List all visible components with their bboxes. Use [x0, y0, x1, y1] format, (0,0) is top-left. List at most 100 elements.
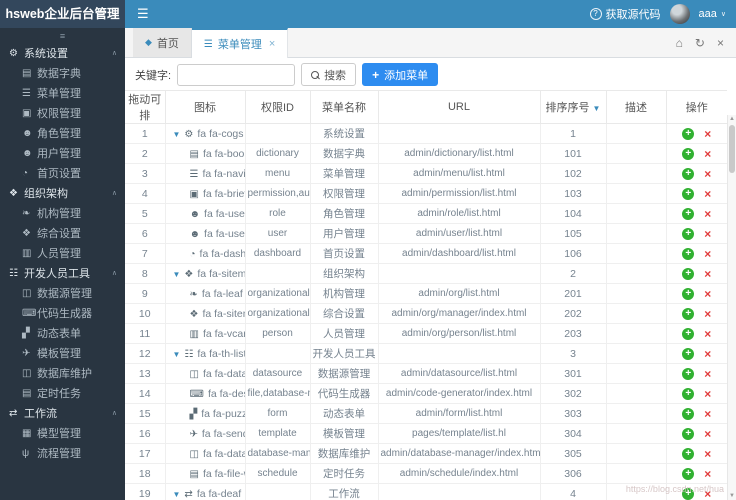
delete-button[interactable]: ×: [704, 128, 711, 140]
add-child-button[interactable]: +: [682, 467, 695, 480]
sidebar-item-menu-management[interactable]: ☰ 菜单管理: [0, 84, 125, 104]
delete-button[interactable]: ×: [704, 328, 711, 340]
tab-close-icon[interactable]: ×: [269, 38, 275, 50]
sidebar-item-datasource-management[interactable]: ◫ 数据源管理: [0, 284, 125, 304]
add-child-button[interactable]: +: [682, 127, 695, 140]
sidebar-item-template-management[interactable]: ✈ 模板管理: [0, 344, 125, 364]
refresh-icon[interactable]: ↻: [695, 36, 705, 50]
table-row[interactable]: 1 ▼ ⚙ fa fa-cogs 系统设置 1 + ×: [125, 123, 727, 144]
table-row[interactable]: 10 ❖fa fa-sitem organizational,de... 综合设…: [125, 303, 727, 324]
caret-down-icon[interactable]: ▼: [173, 490, 181, 499]
tab-home[interactable]: ◆ 首页: [133, 28, 192, 57]
delete-button[interactable]: ×: [704, 348, 711, 360]
delete-button[interactable]: ×: [704, 288, 711, 300]
table-row[interactable]: 9 ❧ fa fa-leaf organizational 机构管理 admin/…: [125, 283, 727, 304]
table-row[interactable]: 4 ▣fa fa-briefc permission,autz-... 权限管理…: [125, 183, 727, 204]
sidebar-section-organization[interactable]: ❖ 组织架构 ∧: [0, 184, 125, 204]
scrollbar-thumb[interactable]: [729, 125, 735, 173]
delete-button[interactable]: ×: [704, 308, 711, 320]
home-icon[interactable]: ⌂: [676, 36, 683, 50]
column-header[interactable]: 排序序号 ▼: [540, 90, 607, 124]
sidebar-collapse-toggle[interactable]: ≡: [0, 28, 125, 44]
sidebar-section-workflow[interactable]: ⇄ 工作流 ∧: [0, 404, 125, 424]
table-row[interactable]: 17 ◫fa fa-datab database-manag... 数据库维护 …: [125, 443, 727, 464]
column-header[interactable]: 图标: [165, 90, 246, 124]
sidebar-toggle-button[interactable]: ☰: [125, 0, 161, 28]
scrollbar[interactable]: ▲ ▼: [727, 115, 736, 500]
user-menu[interactable]: aaa ∨: [699, 8, 726, 20]
table-row[interactable]: 13 ◫fa fa-datab datasource 数据源管理 admin/d…: [125, 363, 727, 384]
table-row[interactable]: 15 ▞ fa fa-puzzl form 动态表单 admin/form/lis…: [125, 403, 727, 424]
add-child-button[interactable]: +: [682, 427, 695, 440]
sidebar-section-system-settings[interactable]: ⚙ 系统设置 ∧: [0, 44, 125, 64]
source-code-link[interactable]: ? 获取源代码: [589, 6, 661, 22]
scroll-down-button[interactable]: ▼: [728, 493, 736, 499]
delete-button[interactable]: ×: [704, 208, 711, 220]
delete-button[interactable]: ×: [704, 168, 711, 180]
caret-down-icon[interactable]: ▼: [173, 270, 181, 279]
sidebar-section-developer-tools[interactable]: ☷ 开发人员工具 ∧: [0, 264, 125, 284]
table-row[interactable]: 11 ▥fa fa-vcard person 人员管理 admin/org/pe…: [125, 323, 727, 344]
add-child-button[interactable]: +: [682, 307, 695, 320]
table-row[interactable]: 3 ☰fa fa-navic menu 菜单管理 admin/menu/list…: [125, 163, 727, 184]
add-child-button[interactable]: +: [682, 247, 695, 260]
add-child-button[interactable]: +: [682, 387, 695, 400]
close-icon[interactable]: ×: [717, 36, 724, 50]
add-child-button[interactable]: +: [682, 207, 695, 220]
table-row[interactable]: 18 ▤fa fa-file-w schedule 定时任务 admin/sch…: [125, 463, 727, 484]
delete-button[interactable]: ×: [704, 228, 711, 240]
column-header[interactable]: 拖动可排: [125, 90, 166, 124]
delete-button[interactable]: ×: [704, 408, 711, 420]
caret-down-icon[interactable]: ▼: [173, 130, 181, 139]
table-row[interactable]: 12 ▼ ☷ fa fa-th-list 开发人员工具 3 + ×: [125, 343, 727, 364]
sidebar-item-database-maintenance[interactable]: ◫ 数据库维护: [0, 364, 125, 384]
column-header[interactable]: 描述: [606, 90, 667, 124]
add-child-button[interactable]: +: [682, 327, 695, 340]
sidebar-item-permission-management[interactable]: ▣ 权限管理: [0, 104, 125, 124]
table-row[interactable]: 5 ☻fa fa-users role 角色管理 admin/role/list…: [125, 203, 727, 224]
add-child-button[interactable]: +: [682, 347, 695, 360]
add-child-button[interactable]: +: [682, 227, 695, 240]
search-button[interactable]: 搜索: [301, 63, 357, 86]
sidebar-item-process-management[interactable]: ψ 流程管理: [0, 444, 125, 464]
add-child-button[interactable]: +: [682, 167, 695, 180]
delete-button[interactable]: ×: [704, 448, 711, 460]
delete-button[interactable]: ×: [704, 188, 711, 200]
table-row[interactable]: 2 ▤ fa fa-book dictionary 数据字典 admin/dict…: [125, 143, 727, 164]
delete-button[interactable]: ×: [704, 468, 711, 480]
delete-button[interactable]: ×: [704, 268, 711, 280]
sidebar-item-user-management[interactable]: ☻ 用户管理: [0, 144, 125, 164]
sidebar-item-model-management[interactable]: ▦ 模型管理: [0, 424, 125, 444]
sidebar-item-home-settings[interactable]: ◔ 首页设置: [0, 164, 125, 184]
add-child-button[interactable]: +: [682, 407, 695, 420]
table-row[interactable]: 7 ◔ fa fa-dash dashboard 首页设置 admin/dashb…: [125, 243, 727, 264]
keyword-input[interactable]: [177, 63, 296, 86]
table-row[interactable]: 8 ▼❖fa fa-sitemap 组织架构 2 +×: [125, 263, 727, 284]
delete-button[interactable]: ×: [704, 368, 711, 380]
sidebar-item-code-generator[interactable]: ⌨ 代码生成器: [0, 304, 125, 324]
sidebar-item-personnel-management[interactable]: ▥ 人员管理: [0, 244, 125, 264]
table-row[interactable]: 6 ☻ fa fa-user user 用户管理 admin/user/list.…: [125, 223, 727, 244]
sidebar-item-dynamic-form[interactable]: ▞ 动态表单: [0, 324, 125, 344]
add-child-button[interactable]: +: [682, 367, 695, 380]
user-avatar[interactable]: [669, 4, 690, 24]
add-menu-button[interactable]: + 添加菜单: [362, 63, 439, 86]
delete-button[interactable]: ×: [704, 248, 711, 260]
tab-menu-management[interactable]: ☰ 菜单管理 ×: [191, 28, 289, 58]
sidebar-item-org-management[interactable]: ❧ 机构管理: [0, 204, 125, 224]
add-child-button[interactable]: +: [682, 147, 695, 160]
caret-down-icon[interactable]: ▼: [173, 350, 181, 359]
delete-button[interactable]: ×: [704, 148, 711, 160]
sidebar-item-scheduled-tasks[interactable]: ▤ 定时任务: [0, 384, 125, 404]
column-header[interactable]: 操作: [666, 90, 727, 124]
add-child-button[interactable]: +: [682, 267, 695, 280]
column-header[interactable]: URL: [378, 90, 541, 124]
delete-button[interactable]: ×: [704, 428, 711, 440]
sidebar-item-role-management[interactable]: ☻ 角色管理: [0, 124, 125, 144]
sidebar-item-org-settings[interactable]: ❖ 综合设置: [0, 224, 125, 244]
add-child-button[interactable]: +: [682, 287, 695, 300]
add-child-button[interactable]: +: [682, 447, 695, 460]
delete-button[interactable]: ×: [704, 388, 711, 400]
column-header[interactable]: 权限ID: [245, 90, 311, 124]
column-header[interactable]: 菜单名称: [310, 90, 379, 124]
